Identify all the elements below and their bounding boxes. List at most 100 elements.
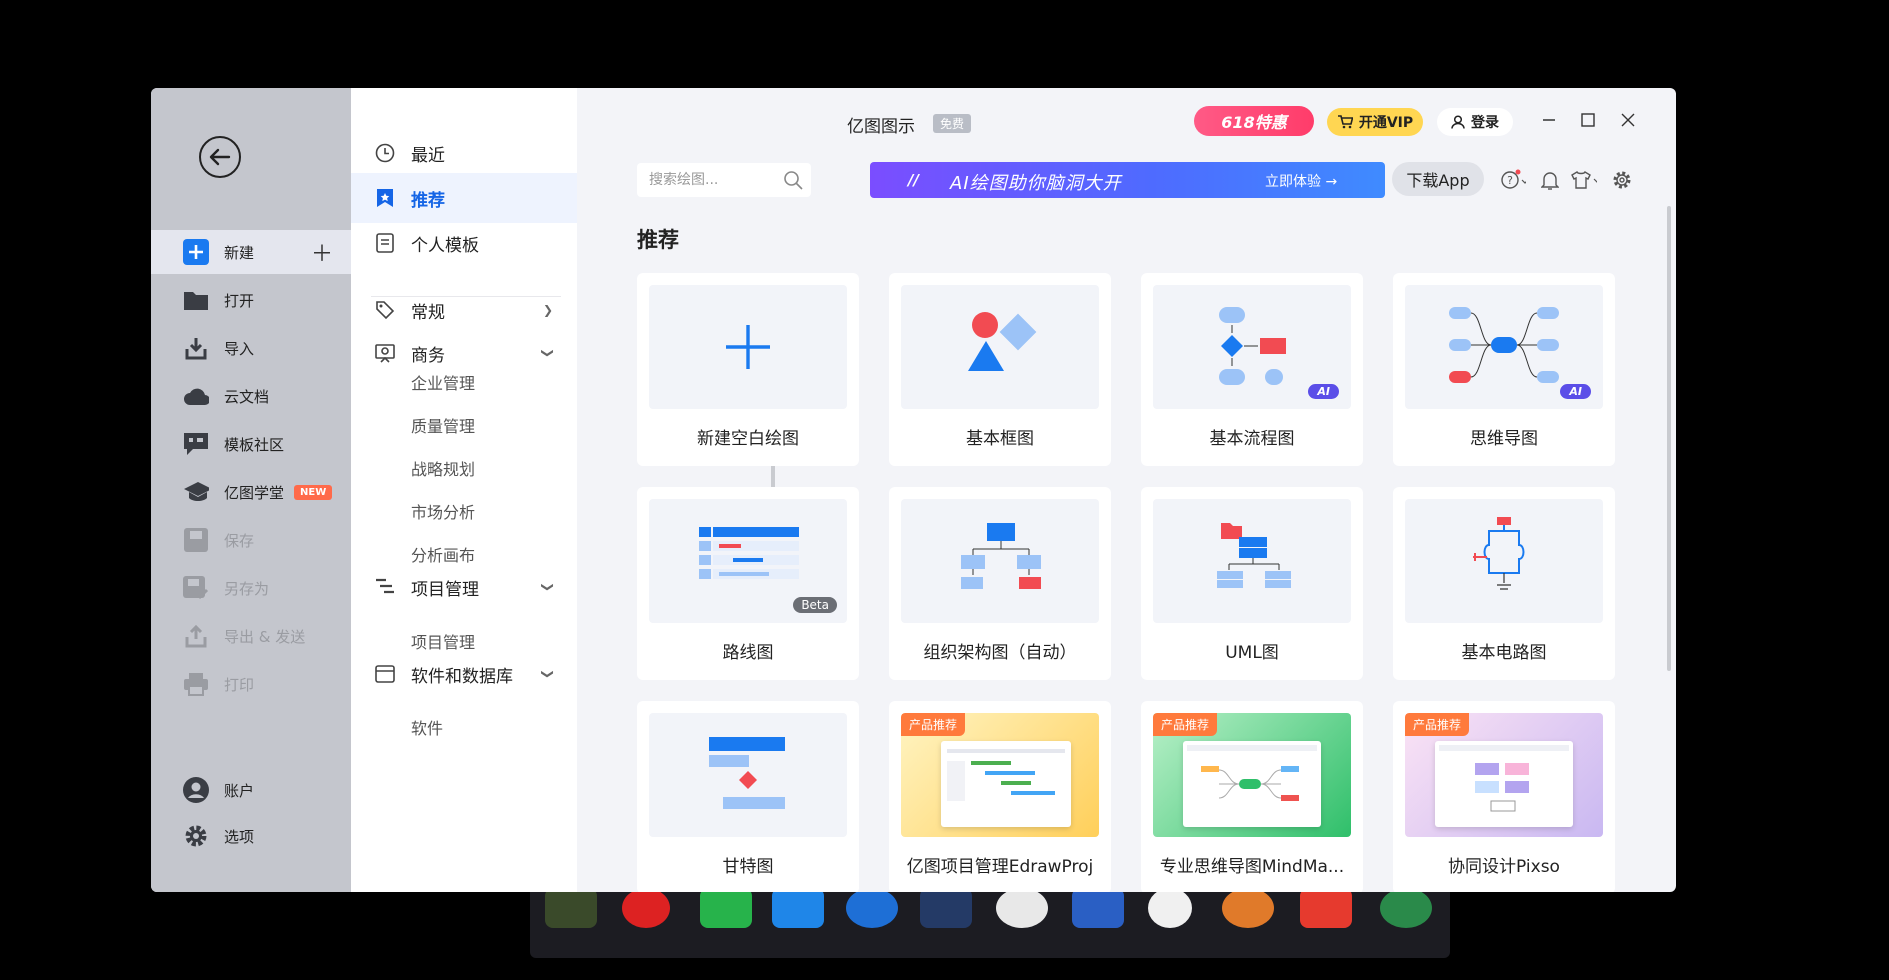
promo-618-button[interactable]: 618特惠 (1194, 106, 1314, 136)
beta-tag: Beta (793, 597, 837, 613)
template-card-blank[interactable]: 新建空白绘图 (637, 273, 859, 466)
maximize-button[interactable] (1570, 102, 1606, 138)
product-card-edrawproj[interactable]: 产品推荐 亿图项目管理EdrawProj (889, 701, 1111, 892)
menu-import[interactable]: 导入 (151, 326, 351, 370)
bell-icon (1541, 172, 1559, 190)
app-window: 新建 ＋ 打开 导入 云文档 模板社区 亿图学堂 NEW 保存 另存为 导出 &… (151, 88, 1676, 892)
menu-print[interactable]: 打印 (151, 662, 351, 706)
template-card-roadmap[interactable]: Beta 路线图 (637, 487, 859, 680)
ai-tag: AI (1560, 384, 1591, 399)
ai-banner-text: AI绘图助你脑洞大开 (950, 173, 1122, 194)
gantt-icon (375, 577, 395, 597)
category-recommended[interactable]: 推荐 (351, 173, 577, 223)
taskbar-app-icon[interactable] (1380, 888, 1432, 928)
subcategory-market-analysis[interactable]: 市场分析 (411, 499, 475, 523)
ai-drawing-banner[interactable]: // AI绘图助你脑洞大开 立即体验 → (870, 162, 1385, 198)
menu-save-as[interactable]: 另存为 (151, 566, 351, 610)
menu-template-community[interactable]: 模板社区 (151, 422, 351, 466)
category-panel: 最近 推荐 个人模板 常规 ❯ 商务 ❯ 企业管理 质量管理 战略规划 市场分析… (351, 88, 775, 892)
cloud-icon (183, 383, 209, 409)
taskbar-app-icon[interactable] (1222, 888, 1274, 928)
menu-export-send[interactable]: 导出 & 发送 (151, 614, 351, 658)
main-area: 亿图图示 免费 618特惠 开通VIP 登录 // AI绘图助你脑洞大开 立即体… (577, 88, 1676, 892)
template-card-basic-block[interactable]: 基本框图 (889, 273, 1111, 466)
download-app-button[interactable]: 下载App (1392, 162, 1484, 196)
chat-icon (183, 431, 209, 457)
template-card-gantt[interactable]: 甘特图 (637, 701, 859, 892)
menu-open[interactable]: 打开 (151, 278, 351, 322)
new-badge: NEW (294, 484, 333, 500)
back-button[interactable] (199, 136, 241, 178)
gear-icon (183, 823, 209, 849)
search-icon[interactable] (783, 170, 803, 194)
menu-cloud-docs[interactable]: 云文档 (151, 374, 351, 418)
app-preview (1435, 741, 1573, 827)
skin-button[interactable] (1571, 167, 1597, 193)
subcategory-strategic-planning[interactable]: 战略规划 (411, 456, 475, 480)
taskbar-app-icon[interactable] (1072, 888, 1124, 928)
scrollbar[interactable] (1667, 206, 1671, 671)
search-input[interactable] (647, 171, 771, 189)
menu-account[interactable]: 账户 (151, 768, 351, 812)
template-card-mindmap[interactable]: AI 思维导图 (1393, 273, 1615, 466)
card-thumbnail: AI (1405, 285, 1603, 409)
shapes-icon (968, 312, 1037, 371)
app-title: 亿图图示 (847, 117, 915, 137)
taskbar-app-icon[interactable] (1300, 888, 1352, 928)
search-box[interactable] (637, 163, 811, 197)
product-card-mindmaster[interactable]: 产品推荐 专业思维导图MindMa... (1141, 701, 1363, 892)
menu-save[interactable]: 保存 (151, 518, 351, 562)
circuit-icon (1473, 517, 1525, 590)
chevron-right-icon: ❯ (542, 303, 553, 317)
category-project-management[interactable]: 项目管理 ❯ (351, 562, 577, 612)
subcategory-quality-management[interactable]: 质量管理 (411, 413, 475, 437)
taskbar-app-icon[interactable] (700, 888, 752, 928)
card-thumbnail (649, 713, 847, 837)
chevron-down-icon: ❯ (540, 347, 555, 359)
product-card-pixso[interactable]: 产品推荐 协同设计Pixso (1393, 701, 1615, 892)
template-card-org-chart[interactable]: 组织架构图（自动） (889, 487, 1111, 680)
taskbar-app-icon[interactable] (1148, 888, 1192, 928)
category-personal-templates[interactable]: 个人模板 (351, 218, 577, 268)
subcategory-enterprise-management[interactable]: 企业管理 (411, 370, 475, 394)
vip-button[interactable]: 开通VIP (1327, 108, 1423, 136)
menu-options[interactable]: 选项 (151, 814, 351, 858)
taskbar-app-icon[interactable] (545, 888, 597, 928)
login-button[interactable]: 登录 (1437, 108, 1513, 136)
subcategory-software[interactable]: 软件 (411, 715, 443, 739)
graduation-cap-icon (183, 479, 209, 505)
settings-button[interactable] (1609, 167, 1635, 193)
ai-banner-cta[interactable]: 立即体验 → (1265, 171, 1337, 191)
cart-icon (1337, 115, 1353, 129)
notification-button[interactable] (1537, 167, 1563, 193)
minimize-button[interactable] (1531, 102, 1567, 138)
add-icon[interactable]: ＋ (311, 236, 333, 268)
card-thumbnail: 产品推荐 (1153, 713, 1351, 837)
taskbar-app-icon[interactable] (772, 888, 824, 928)
template-card-circuit[interactable]: 基本电路图 (1393, 487, 1615, 680)
user-icon (1451, 115, 1465, 129)
template-card-uml[interactable]: UML图 (1141, 487, 1363, 680)
taskbar-app-icon[interactable] (920, 888, 972, 928)
help-button[interactable]: ? (1500, 167, 1526, 193)
maximize-icon (1581, 113, 1595, 127)
menu-edraw-academy[interactable]: 亿图学堂 NEW (151, 470, 351, 514)
close-button[interactable] (1610, 102, 1646, 138)
document-icon (375, 233, 395, 253)
category-recent[interactable]: 最近 (351, 128, 577, 178)
clock-icon (375, 143, 395, 163)
app-preview (941, 741, 1071, 827)
category-software-database[interactable]: 软件和数据库 ❯ (351, 649, 577, 699)
menu-new[interactable]: 新建 ＋ (151, 230, 351, 274)
taskbar-app-icon[interactable] (846, 888, 898, 928)
template-card-flowchart[interactable]: AI 基本流程图 (1141, 273, 1363, 466)
svg-text:?: ? (1507, 174, 1513, 187)
card-thumbnail: 产品推荐 (901, 713, 1099, 837)
product-recommend-tag: 产品推荐 (1153, 713, 1218, 736)
taskbar-app-icon[interactable] (622, 888, 670, 928)
taskbar-app-icon[interactable] (996, 888, 1048, 928)
file-menu-panel: 新建 ＋ 打开 导入 云文档 模板社区 亿图学堂 NEW 保存 另存为 导出 &… (151, 88, 351, 892)
chevron-down-icon: ❯ (540, 581, 555, 593)
tag-icon (375, 300, 395, 320)
app-preview (1183, 741, 1321, 827)
